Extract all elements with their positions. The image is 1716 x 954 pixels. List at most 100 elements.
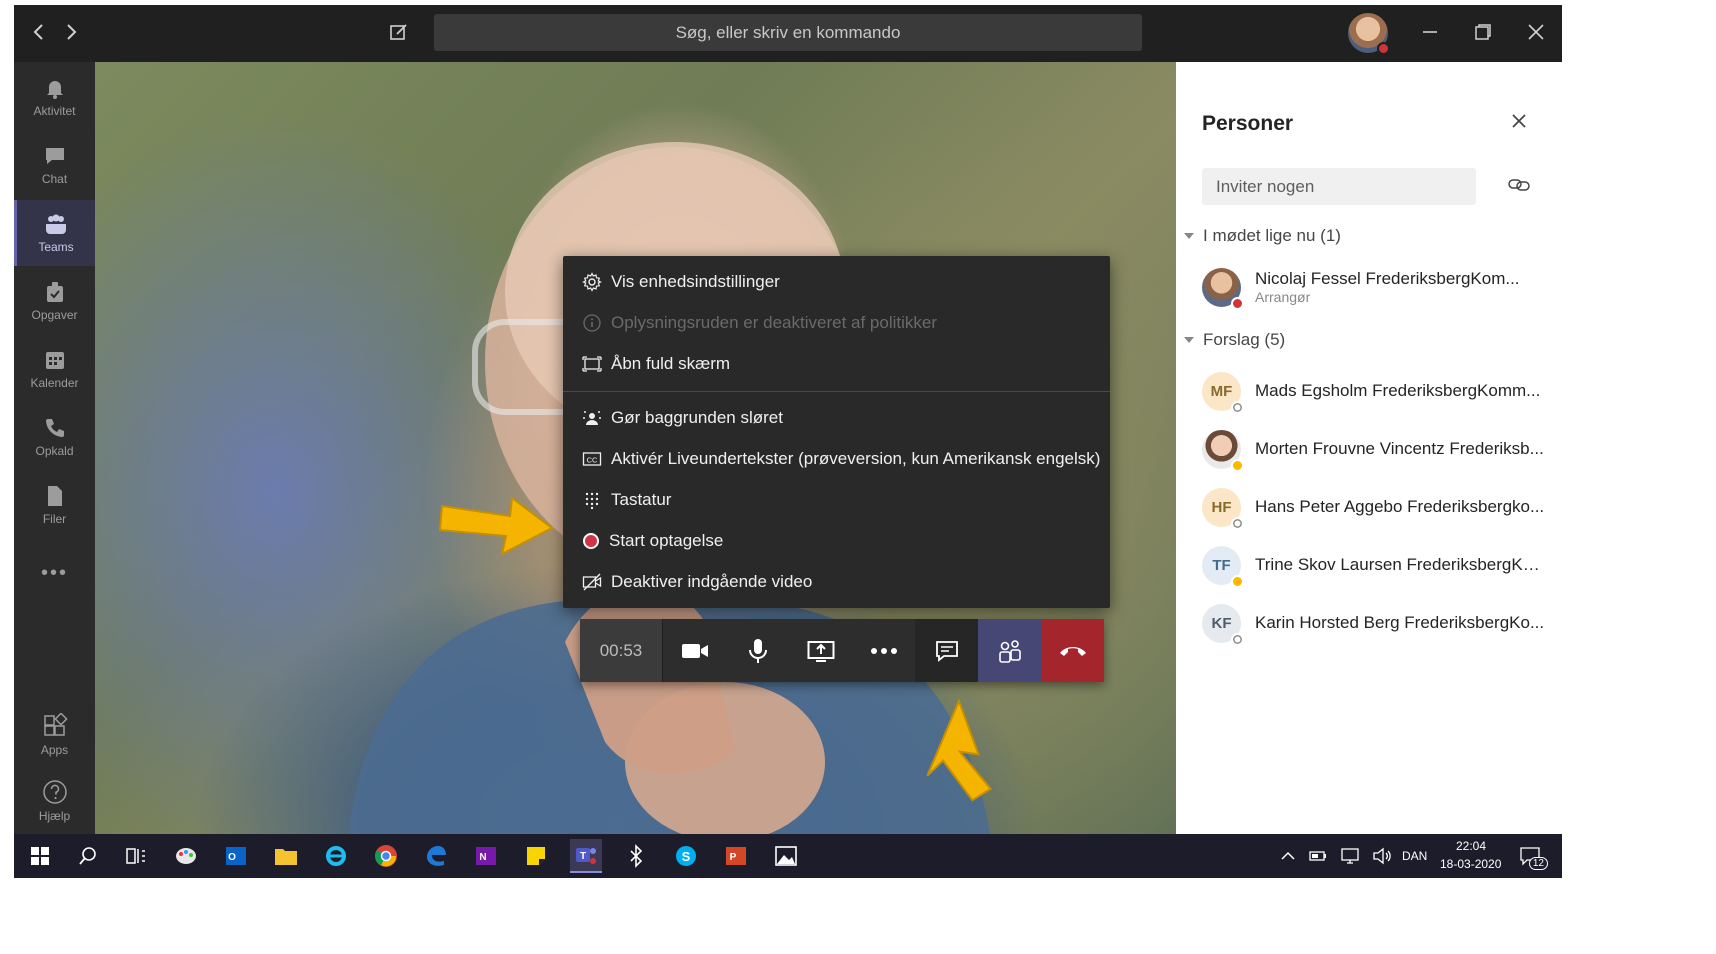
- avatar[interactable]: [1348, 13, 1390, 55]
- back-button[interactable]: [26, 19, 52, 45]
- task-view-button[interactable]: [122, 842, 150, 870]
- network-icon: [1341, 848, 1359, 864]
- taskbar-app-ie[interactable]: [322, 842, 350, 870]
- hang-up-button[interactable]: [1041, 619, 1104, 682]
- network-button[interactable]: [1336, 842, 1364, 870]
- chevron-left-icon: [33, 24, 43, 40]
- taskbar-app-photos[interactable]: [772, 842, 800, 870]
- taskbar-app-onenote[interactable]: N: [472, 842, 500, 870]
- status-away-icon: [1231, 574, 1244, 588]
- taskbar-app-powerpoint[interactable]: P: [722, 842, 750, 870]
- avatar-initials: HF: [1211, 498, 1232, 516]
- chevron-right-icon: [67, 24, 77, 40]
- rail-label: Apps: [40, 743, 69, 757]
- avatar: [1202, 267, 1244, 310]
- menu-item-label: Deaktiver indgående video: [611, 572, 813, 591]
- taskbar-app-explorer[interactable]: [272, 842, 300, 870]
- menu-item-label: Åbn fuld skærm: [611, 354, 731, 373]
- show-participants-button[interactable]: [978, 619, 1041, 682]
- fullscreen-icon: [582, 356, 602, 372]
- taskbar-search-button[interactable]: [74, 842, 102, 870]
- svg-text:T: T: [580, 851, 586, 862]
- rail-label: Aktivitet: [33, 104, 76, 118]
- more-actions-button[interactable]: [852, 619, 915, 682]
- taskbar-app-edge[interactable]: [422, 842, 450, 870]
- participant-name: Nicolaj Fessel FrederiksbergKom...: [1255, 269, 1520, 288]
- close-icon: [1512, 114, 1526, 128]
- menu-item-disable-incoming-video[interactable]: Deaktiver indgående video: [563, 562, 1110, 602]
- suggestion-item[interactable]: Morten Frouvne Vincentz Frederiksb...: [1202, 426, 1552, 472]
- microphone-button[interactable]: [726, 619, 789, 682]
- svg-text:O: O: [228, 852, 236, 863]
- taskbar-app-paint[interactable]: [172, 842, 200, 870]
- forward-button[interactable]: [58, 19, 84, 45]
- status-offline-icon: [1231, 400, 1244, 414]
- menu-item-live-captions[interactable]: CC Aktivér Liveundertekster (prøveversio…: [563, 439, 1110, 479]
- volume-button[interactable]: [1368, 842, 1396, 870]
- close-window-button[interactable]: [1523, 19, 1549, 45]
- rail-item-help[interactable]: Hjælp: [14, 768, 95, 834]
- rail-item-chat[interactable]: Chat: [14, 132, 95, 198]
- show-conversation-button[interactable]: [915, 619, 978, 682]
- clock-date[interactable]: 18-03-2020: [1440, 857, 1501, 871]
- rail-more-button[interactable]: •••: [14, 540, 95, 606]
- menu-item-fullscreen[interactable]: Åbn fuld skærm: [563, 344, 1110, 384]
- suggestion-item[interactable]: KF Karin Horsted Berg FrederiksbergKo...: [1202, 600, 1552, 646]
- rail-item-filer[interactable]: Filer: [14, 472, 95, 538]
- photos-icon: [775, 846, 797, 866]
- camera-button[interactable]: [663, 619, 726, 682]
- rail-item-kalender[interactable]: Kalender: [14, 336, 95, 402]
- menu-item-blur-background[interactable]: Gør baggrunden sløret: [563, 398, 1110, 438]
- share-screen-button[interactable]: [789, 619, 852, 682]
- show-hidden-icons-button[interactable]: [1274, 842, 1302, 870]
- blur-icon: [583, 411, 601, 425]
- taskbar-app-skype[interactable]: S: [672, 842, 700, 870]
- menu-item-start-recording[interactable]: Start optagelse: [563, 521, 1110, 561]
- rail-item-apps[interactable]: Apps: [14, 702, 95, 768]
- in-meeting-section-toggle[interactable]: I mødet lige nu (1): [1184, 226, 1341, 246]
- taskbar-app-teams[interactable]: T: [570, 839, 602, 873]
- svg-text:S: S: [682, 849, 691, 864]
- close-icon: [1528, 24, 1544, 40]
- rail-item-teams[interactable]: Teams: [14, 200, 95, 266]
- menu-item-label: Gør baggrunden sløret: [611, 408, 783, 427]
- clock-time[interactable]: 22:04: [1456, 839, 1486, 853]
- suggestion-item[interactable]: HF Hans Peter Aggebo Frederiksbergko...: [1202, 484, 1552, 530]
- battery-button[interactable]: [1304, 842, 1332, 870]
- restore-button[interactable]: [1470, 19, 1496, 45]
- minimize-button[interactable]: [1417, 19, 1443, 45]
- taskbar-app-bluetooth[interactable]: [622, 842, 650, 870]
- taskbar-app-outlook[interactable]: O: [222, 842, 250, 870]
- suggestion-item[interactable]: TF Trine Skov Laursen FrederiksbergKo...: [1202, 542, 1552, 588]
- action-center-button[interactable]: 12: [1516, 842, 1548, 870]
- copy-link-button[interactable]: [1508, 176, 1530, 199]
- rail-item-opgaver[interactable]: Opgaver: [14, 268, 95, 334]
- teams-icon: [46, 214, 66, 234]
- taskbar-app-chrome[interactable]: [372, 842, 400, 870]
- suggestions-section-toggle[interactable]: Forslag (5): [1184, 330, 1285, 350]
- menu-item-device-settings[interactable]: Vis enhedsindstillinger: [563, 262, 1110, 302]
- input-language[interactable]: DAN: [1402, 849, 1427, 863]
- svg-text:N: N: [479, 852, 486, 863]
- menu-item-keypad[interactable]: Tastatur: [563, 480, 1110, 520]
- new-chat-button[interactable]: [386, 19, 412, 45]
- start-button[interactable]: [26, 842, 54, 870]
- chrome-icon: [375, 845, 397, 867]
- help-icon: [42, 780, 67, 804]
- search-input[interactable]: Søg, eller skriv en kommando: [434, 14, 1142, 51]
- menu-item-label: Aktivér Liveundertekster (prøveversion, …: [611, 449, 1101, 468]
- close-panel-button[interactable]: [1510, 112, 1528, 135]
- windows-taskbar: O N T S P DAN 22:04 18-03-2020 12: [14, 834, 1562, 878]
- suggestion-item[interactable]: MF Mads Egsholm FrederiksbergKomm...: [1202, 368, 1552, 414]
- rail-item-opkald[interactable]: Opkald: [14, 404, 95, 470]
- participant-item[interactable]: Nicolaj Fessel FrederiksbergKom... Arran…: [1202, 264, 1552, 310]
- rail-item-aktivitet[interactable]: Aktivitet: [14, 64, 95, 130]
- avatar: MF: [1202, 371, 1244, 414]
- taskbar-app-sticky-notes[interactable]: [522, 842, 550, 870]
- search-icon: [79, 847, 96, 865]
- pointer-arrow-to-participants: [926, 699, 992, 802]
- outlook-app-icon: O: [226, 847, 246, 865]
- avatar: TF: [1202, 545, 1244, 588]
- invite-input[interactable]: Inviter nogen: [1202, 168, 1476, 205]
- hang-up-icon: [1059, 646, 1086, 656]
